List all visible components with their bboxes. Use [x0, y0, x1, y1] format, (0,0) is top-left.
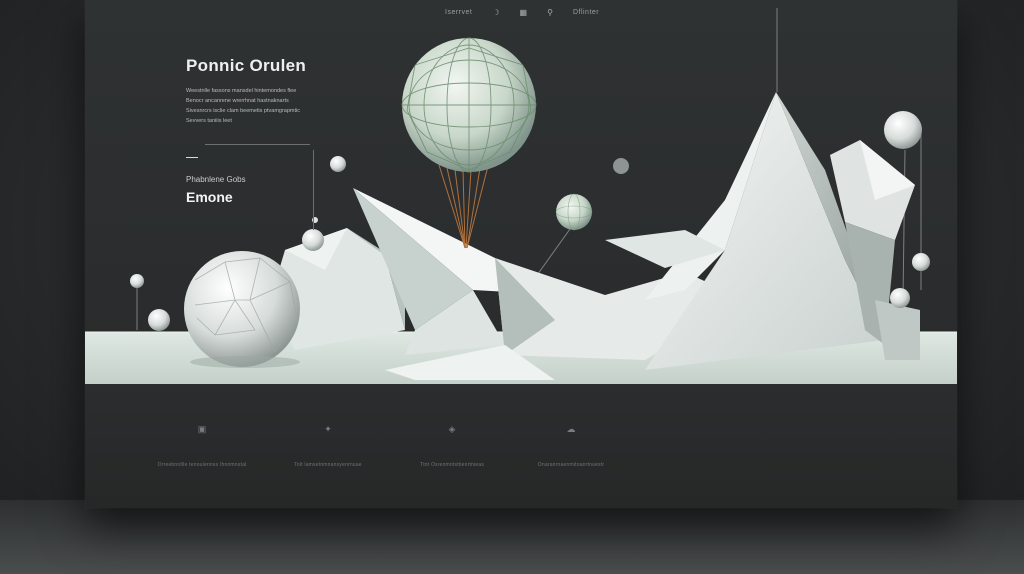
feature-text: Orreebnntlle tenoulennss Ihnnmnstal — [157, 462, 247, 468]
hero-description: Weestnlle fassons mansdel hintemondes fl… — [186, 86, 341, 126]
small-sphere — [148, 309, 170, 331]
divider-line-vertical — [313, 150, 314, 230]
small-sphere — [302, 229, 324, 251]
section-subtitle[interactable]: Emone — [186, 189, 233, 205]
small-sphere — [130, 274, 144, 288]
small-sphere — [556, 194, 592, 230]
description-line: Sivesnrcrs isclie clam beemetis ptvamgra… — [186, 108, 301, 114]
cloud-icon: ☁ — [566, 424, 576, 434]
feature-item[interactable]: ☁ Onaranrnaenmitoanrtnuestr — [511, 424, 631, 468]
small-sphere — [613, 158, 629, 174]
description-line: Benocr ancanrene wrerrhnat hastnaknarts — [186, 98, 289, 104]
box-icon: ◈ — [448, 424, 456, 434]
small-sphere — [330, 156, 346, 172]
feature-text: Ttnt Osrenmntsttienrtnieas — [419, 462, 485, 468]
bird-icon: ✦ — [324, 424, 332, 434]
description-line: Sevvers taniiis leet — [186, 118, 232, 124]
feature-text: Tolt lamsetnmnansyenrnuae — [294, 462, 362, 468]
divider-line — [205, 144, 310, 145]
archive-icon: ▣ — [197, 424, 207, 434]
feature-item[interactable]: ◈ Ttnt Osrenmntsttienrtnieas — [392, 424, 512, 468]
hero-title: Ponnic Orulen — [186, 56, 307, 75]
balloon-globe — [401, 37, 537, 249]
hanging-wire — [902, 149, 906, 301]
description-line: Weestnlle fassons mansdel hintemondes fl… — [186, 88, 297, 94]
section-eyebrow: Phabnlene Gobs — [186, 175, 246, 184]
floor — [0, 500, 1024, 574]
website-frame: Iserrvet ☽ ▦ ⚲ Dflinter Ponnic Orulen We… — [85, 0, 957, 508]
small-sphere — [912, 253, 930, 271]
divider — [186, 157, 198, 158]
faceted-sphere — [184, 251, 300, 367]
small-sphere — [890, 288, 910, 308]
feature-text: Onaranrnaenmitoanrtnuestr — [537, 462, 605, 468]
feature-item[interactable]: ▣ Orreebnntlle tenoulennss Ihnnmnstal — [142, 424, 262, 468]
feature-item[interactable]: ✦ Tolt lamsetnmnansyenrnuae — [268, 424, 388, 468]
small-sphere — [884, 111, 922, 149]
